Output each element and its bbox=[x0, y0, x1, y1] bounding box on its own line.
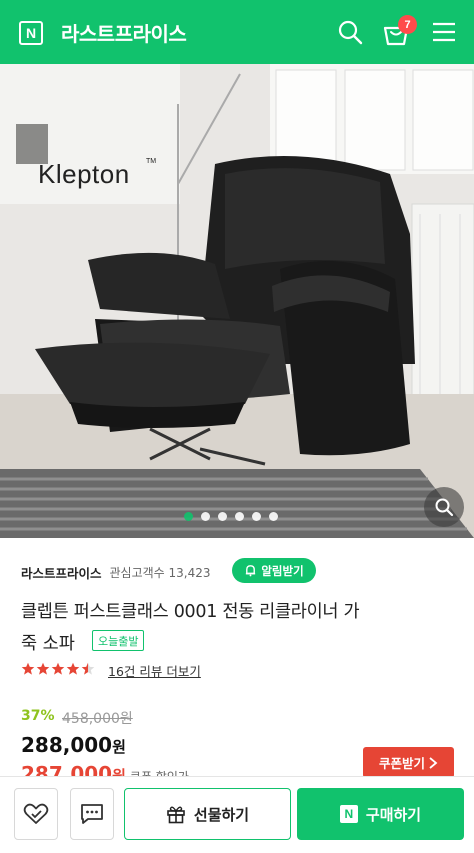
sale-price-value: 288,000 bbox=[21, 733, 113, 757]
product-title-line1: 클렙튼 퍼스트클래스 0001 전동 리클라이너 가 bbox=[21, 602, 360, 622]
zoom-icon bbox=[435, 498, 454, 517]
alarm-button-label: 알림받기 bbox=[261, 563, 304, 578]
store-title[interactable]: 라스트프라이스 bbox=[61, 18, 187, 47]
chat-icon bbox=[81, 804, 103, 824]
star-full-icon bbox=[36, 662, 50, 675]
bell-icon bbox=[246, 565, 256, 577]
review-more-link[interactable]: 16건 리뷰 더보기 bbox=[108, 661, 201, 680]
rating-stars bbox=[21, 662, 95, 676]
sale-price: 288,000원 bbox=[21, 733, 126, 757]
product-page: N 라스트프라이스 7 Klepton TM 라스트프라이스 관심고객수 13,… bbox=[0, 0, 474, 853]
follower-count: 관심고객수 13,423 bbox=[109, 566, 211, 580]
naver-pay-logo: N bbox=[339, 805, 358, 823]
discount-rate: 37% bbox=[21, 708, 55, 724]
carousel-dot[interactable] bbox=[218, 512, 227, 521]
naver-logo[interactable]: N bbox=[19, 21, 43, 45]
brand-logo: Klepton bbox=[38, 159, 130, 189]
carousel-dot[interactable] bbox=[184, 512, 193, 521]
cart-count-badge: 7 bbox=[398, 15, 417, 34]
talk-button[interactable] bbox=[70, 788, 114, 840]
seller-row: 라스트프라이스 관심고객수 13,423 bbox=[21, 563, 211, 582]
product-title-line2: 죽 소파 bbox=[21, 634, 75, 654]
product-image-carousel[interactable]: Klepton TM bbox=[0, 64, 474, 538]
buy-button-label: 구매하기 bbox=[365, 805, 422, 824]
top-header: N 라스트프라이스 7 bbox=[0, 0, 474, 64]
carousel-dot[interactable] bbox=[269, 512, 278, 521]
buy-button[interactable]: N 구매하기 bbox=[297, 788, 464, 840]
carousel-dot[interactable] bbox=[201, 512, 210, 521]
star-full-icon bbox=[51, 662, 65, 675]
star-half-icon bbox=[81, 662, 95, 675]
menu-icon[interactable] bbox=[430, 18, 458, 46]
carousel-dot[interactable] bbox=[252, 512, 261, 521]
brand-trademark: TM bbox=[146, 158, 157, 165]
gift-button-label: 선물하기 bbox=[193, 805, 250, 824]
star-full-icon bbox=[66, 662, 80, 675]
zoom-button[interactable] bbox=[424, 487, 464, 527]
gift-icon bbox=[167, 806, 185, 824]
coupon-button-label: 쿠폰받기 bbox=[378, 756, 425, 771]
seller-name[interactable]: 라스트프라이스 bbox=[21, 563, 102, 582]
carousel-dot[interactable] bbox=[235, 512, 244, 521]
heart-check-icon bbox=[23, 803, 49, 824]
star-full-icon bbox=[21, 662, 35, 675]
wishlist-button[interactable] bbox=[14, 788, 58, 840]
alarm-subscribe-button[interactable]: 알림받기 bbox=[232, 558, 316, 583]
gift-button[interactable]: 선물하기 bbox=[124, 788, 291, 840]
recliner-photo bbox=[0, 64, 474, 538]
carousel-dots bbox=[184, 512, 278, 521]
bottom-action-bar: 선물하기 N 구매하기 bbox=[0, 776, 474, 853]
sale-price-unit: 원 bbox=[112, 738, 126, 756]
ships-today-badge: 오늘출발 bbox=[92, 630, 145, 651]
chevron-right-icon bbox=[429, 756, 438, 769]
search-icon[interactable] bbox=[336, 18, 364, 46]
get-coupon-button[interactable]: 쿠폰받기 bbox=[363, 747, 454, 778]
original-price: 458,000원 bbox=[62, 711, 133, 727]
